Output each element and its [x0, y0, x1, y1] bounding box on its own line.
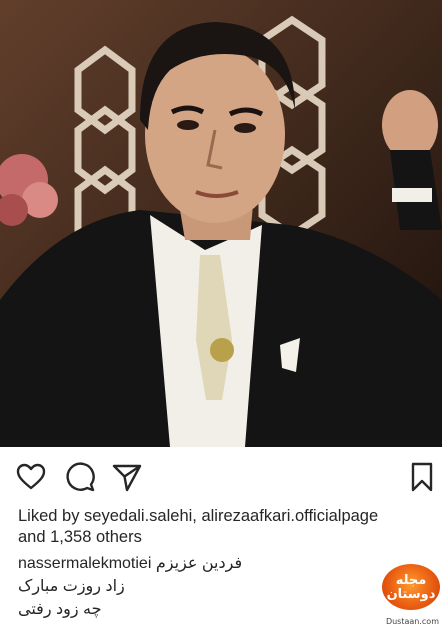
post-caption: nassermalekmotiei فردین عزیزم زاد روزت م… [18, 552, 428, 621]
caption-author-link[interactable]: nassermalekmotiei [18, 555, 151, 572]
bookmark-icon [411, 462, 433, 492]
save-button[interactable] [406, 461, 438, 493]
caption-line: فردین عزیزم [155, 555, 243, 572]
liked-users-link[interactable]: seyedali.salehi, alirezaafkari.officialp… [84, 507, 378, 525]
caption-line: چه زود رفتی [18, 601, 102, 618]
action-bar [0, 447, 442, 507]
likes-summary: Liked by seyedali.salehi, alirezaafkari.… [18, 506, 428, 548]
comment-button[interactable] [64, 461, 96, 493]
heart-icon [16, 463, 46, 490]
comment-icon [66, 462, 95, 492]
watermark-url: Dustaan.com [385, 617, 439, 626]
site-watermark: مجله دوستان Dustaan.com [380, 564, 442, 628]
share-button[interactable] [111, 461, 143, 493]
watermark-logo: مجله دوستان [382, 564, 440, 610]
post-photo-illustration [0, 0, 442, 447]
share-icon [112, 464, 142, 492]
like-button[interactable] [15, 461, 47, 493]
likes-count-link[interactable]: and 1,358 others [18, 528, 142, 546]
post-photo[interactable] [0, 0, 442, 447]
likes-prefix: Liked by [18, 507, 85, 525]
caption-line: زاد روزت مبارک [18, 578, 125, 595]
